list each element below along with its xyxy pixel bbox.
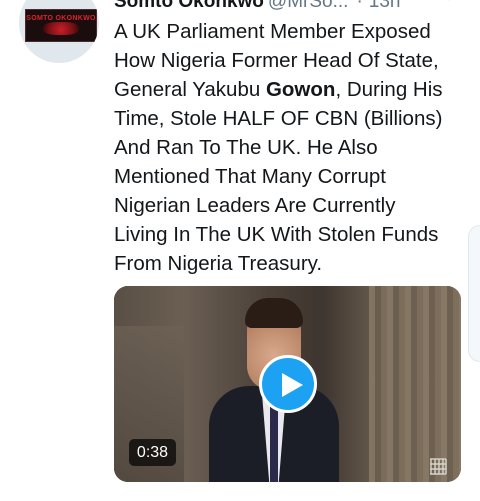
adjacent-card-edge bbox=[468, 225, 480, 362]
video-person-tie bbox=[270, 404, 278, 482]
video-person-hair bbox=[245, 298, 303, 328]
play-icon bbox=[282, 373, 303, 397]
chevron-down-icon[interactable] bbox=[441, 0, 457, 5]
highlighted-keyword: Gowon bbox=[265, 78, 336, 101]
tweet-text-segment: General Yakubu bbox=[114, 78, 266, 101]
tweet-text-line: Nigerian Leaders Are Currently bbox=[114, 194, 396, 217]
tweet-text-line: General Yakubu Gowon, During His bbox=[114, 75, 474, 104]
tweet-text: A UK Parliament Member Exposed How Niger… bbox=[114, 17, 474, 278]
video-duration-badge: 0:38 bbox=[129, 439, 176, 466]
separator-dot: · bbox=[356, 0, 363, 12]
avatar-image: SOMTO OKONKWO bbox=[25, 9, 97, 42]
video-wood-panel bbox=[369, 286, 461, 482]
avatar-logo-graphic bbox=[43, 22, 79, 35]
tweet-text-line: Living In The UK With Stolen Funds bbox=[114, 223, 439, 246]
tweet-text-segment: , During His bbox=[335, 78, 443, 101]
tweet-timestamp[interactable]: 13h bbox=[369, 0, 401, 12]
author-handle[interactable]: @MrSo... bbox=[268, 0, 349, 12]
author-name[interactable]: Somto Okonkwo bbox=[114, 0, 264, 12]
avatar[interactable]: SOMTO OKONKWO bbox=[19, 0, 99, 63]
tweet-text-line: How Nigeria Former Head Of State, bbox=[114, 49, 439, 72]
tweet-text-line: From Nigeria Treasury. bbox=[114, 252, 323, 275]
tweet-text-line: A UK Parliament Member Exposed bbox=[114, 20, 431, 43]
portcullis-icon bbox=[427, 455, 449, 477]
tweet-text-line: Time, Stole HALF OF CBN (Billions) bbox=[114, 107, 443, 130]
tweet-text-line: And Ran To The UK. He Also bbox=[114, 136, 378, 159]
tweet-header: Somto Okonkwo @MrSo... · 13h bbox=[114, 0, 480, 15]
tweet-text-line: Mentioned That Many Corrupt bbox=[114, 165, 386, 188]
play-button[interactable] bbox=[259, 355, 317, 413]
avatar-logo-text: SOMTO OKONKWO bbox=[26, 15, 96, 22]
